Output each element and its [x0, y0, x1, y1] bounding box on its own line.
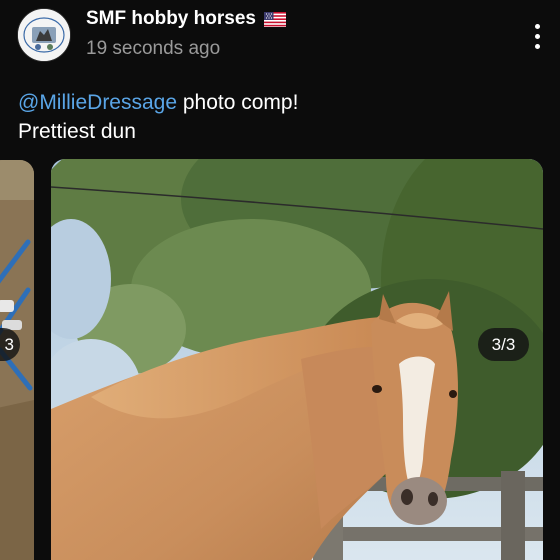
account-name[interactable]: SMF hobby horses	[86, 8, 286, 30]
post-caption: @MillieDressage photo comp! Prettiest du…	[18, 88, 298, 146]
us-flag-icon	[263, 11, 286, 27]
image-counter: 3/3	[478, 328, 529, 361]
more-options-icon[interactable]	[522, 18, 552, 54]
account-avatar[interactable]	[17, 8, 71, 62]
post-header: SMF hobby horses 19 seconds ago	[0, 0, 560, 80]
caption-line-2: Prettiest dun	[18, 120, 136, 143]
caption-line-1-text: photo comp!	[177, 91, 299, 114]
account-name-text: SMF hobby horses	[86, 8, 256, 29]
post-timestamp: 19 seconds ago	[86, 38, 221, 59]
mention-link[interactable]: @MillieDressage	[18, 91, 177, 114]
image-carousel[interactable]: 3 3/3	[0, 158, 560, 560]
caption-line-1: @MillieDressage photo comp!	[18, 88, 298, 117]
main-image-horse[interactable]	[51, 159, 543, 560]
